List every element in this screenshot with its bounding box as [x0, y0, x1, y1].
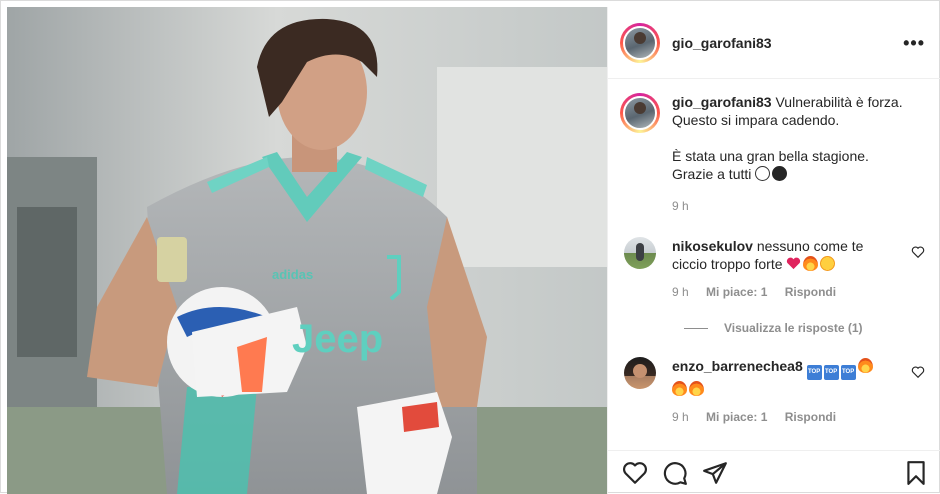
- author-username[interactable]: gio_garofani83: [672, 35, 772, 51]
- comment-time: 9 h: [672, 285, 689, 299]
- caption-line-2: Questo si impara cadendo.: [672, 112, 840, 128]
- comment-like-icon[interactable]: [911, 365, 925, 379]
- top-arrow-emoji-icon: TOP: [840, 365, 856, 380]
- heart-icon[interactable]: [622, 460, 648, 486]
- caption-body: gio_garofani83 Vulnerabilità è forza. Qu…: [672, 93, 925, 215]
- reply-button[interactable]: Rispondi: [785, 410, 836, 424]
- caption-meta: 9 h: [672, 197, 925, 215]
- view-replies-label: Visualizza le risposte (1): [724, 321, 863, 335]
- author-avatar-image: [623, 25, 657, 60]
- author-avatar[interactable]: [620, 22, 660, 63]
- comment-author[interactable]: enzo_barrenechea8: [672, 358, 803, 374]
- caption-line-1: Vulnerabilità è forza.: [775, 94, 903, 110]
- comment-text-2: ciccio troppo forte: [672, 256, 783, 272]
- commenter-avatar[interactable]: [624, 357, 656, 389]
- caption: gio_garofani83 Vulnerabilità è forza. Qu…: [620, 93, 925, 215]
- bookmark-icon[interactable]: [903, 460, 929, 486]
- comment-time: 9 h: [672, 410, 689, 424]
- caption-avatar-image: [623, 96, 657, 130]
- fire-emoji-icon: [857, 358, 873, 373]
- caption-author[interactable]: gio_garofani83: [672, 94, 772, 110]
- fire-emoji-icon: [803, 256, 819, 271]
- comment-likes[interactable]: Mi piace: 1: [706, 285, 767, 299]
- caption-line-3: È stata una gran bella stagione.: [672, 148, 869, 164]
- replies-divider: [684, 327, 708, 329]
- comment-item: enzo_barrenechea8 TOP TOP TOP 9 h Mi piace…: [620, 357, 925, 426]
- post-photo[interactable]: adidas Jeep: [7, 7, 607, 494]
- commenter-avatar[interactable]: [624, 237, 656, 269]
- comment-like-icon[interactable]: [911, 245, 925, 259]
- comment-line-2-wrap: [672, 380, 903, 398]
- caption-line-4: Grazie a tutti: [672, 166, 752, 182]
- comment-body: enzo_barrenechea8 TOP TOP TOP 9 h Mi piace…: [672, 357, 903, 426]
- comment-icon[interactable]: [662, 460, 688, 486]
- comment-body: nikosekulov nessuno come te ciccio tropp…: [672, 237, 903, 301]
- post-frame: adidas Jeep gio_garofani83 ••• gio_garof…: [0, 0, 940, 494]
- post-panel: gio_garofani83 ••• gio_garofani83 Vulner…: [607, 7, 940, 494]
- post-actions: [608, 450, 940, 494]
- white-circle-emoji-icon: [755, 166, 771, 181]
- comment-likes[interactable]: Mi piace: 1: [706, 410, 767, 424]
- caption-line-4-wrap: Grazie a tutti: [672, 165, 925, 183]
- red-heart-emoji-icon: [787, 257, 801, 270]
- caption-avatar[interactable]: [620, 93, 660, 133]
- fire-emoji-icon: [689, 381, 704, 396]
- post-header: gio_garofani83 •••: [608, 7, 940, 79]
- comment-line-2-wrap: ciccio troppo forte: [672, 255, 903, 273]
- comments-section: gio_garofani83 Vulnerabilità è forza. Qu…: [608, 79, 940, 426]
- paper-plane-icon[interactable]: [702, 460, 728, 486]
- comment-author[interactable]: nikosekulov: [672, 238, 753, 254]
- reply-button[interactable]: Rispondi: [785, 285, 836, 299]
- top-arrow-emoji-icon: TOP: [806, 365, 822, 380]
- kit-sponsor-text: Jeep: [292, 317, 383, 361]
- kit-brand-text: adidas: [272, 267, 313, 282]
- fire-emoji-icon: [672, 381, 687, 396]
- view-replies-button[interactable]: Visualizza le risposte (1): [684, 321, 925, 335]
- black-circle-emoji-icon: [772, 166, 788, 181]
- top-arrow-emoji-icon: TOP: [823, 365, 839, 380]
- comment-meta: 9 h Mi piace: 1 Rispondi: [672, 408, 903, 426]
- more-icon[interactable]: •••: [903, 34, 925, 52]
- caption-time: 9 h: [672, 199, 689, 213]
- comment-item: nikosekulov nessuno come te ciccio tropp…: [620, 237, 925, 301]
- player-photo: adidas Jeep: [7, 7, 607, 494]
- comment-meta: 9 h Mi piace: 1 Rispondi: [672, 283, 903, 301]
- star-eyes-emoji-icon: [820, 256, 836, 271]
- league-patch-icon: [157, 237, 187, 282]
- comment-text-1: nessuno come te: [756, 238, 864, 254]
